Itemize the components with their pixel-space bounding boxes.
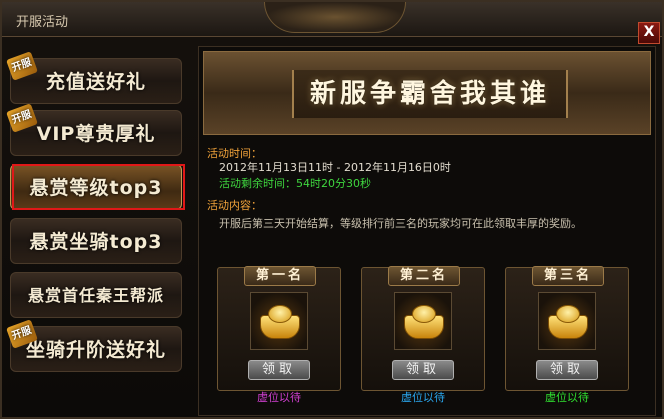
banner-plate: 新服争霸舍我其谁: [292, 70, 568, 118]
sidebar-item-vip[interactable]: 开服 VIP尊贵厚礼: [6, 103, 182, 156]
sidebar-item-label: VIP尊贵厚礼: [36, 123, 156, 145]
sidebar-item-recharge[interactable]: 开服 充值送好礼: [6, 51, 182, 104]
new-server-tag: 开服: [6, 103, 38, 133]
claim-button[interactable]: 领取: [248, 360, 310, 380]
gold-ingot-icon: [538, 292, 596, 350]
sidebar-item-label: 悬赏等级top3: [29, 177, 163, 199]
rank-title: 第三名: [532, 266, 604, 286]
reward-card-second: 第二名 领取: [361, 266, 485, 391]
title-bar: 开服活动: [2, 2, 662, 37]
reward-holder-second: 虚位以待: [401, 391, 445, 404]
sidebar-item-mount-upgrade[interactable]: 开服 坐骑升阶送好礼: [6, 319, 182, 372]
claim-button[interactable]: 领取: [392, 360, 454, 380]
sidebar-item-label: 悬赏首任秦王帮派: [27, 286, 164, 305]
new-server-tag: 开服: [6, 51, 38, 81]
content-panel: 新服争霸舍我其谁 活动时间： 2012年11月13日11时 - 2012年11月…: [198, 46, 656, 416]
sidebar: 开服 充值送好礼 开服 VIP尊贵厚礼 悬赏等级top3 悬赏坐骑top3 悬赏…: [6, 51, 185, 417]
gold-ingot-icon: [394, 292, 452, 350]
event-time-range: 2012年11月13日11时 - 2012年11月16日0时: [219, 161, 451, 174]
banner-title: 新服争霸舍我其谁: [309, 79, 550, 109]
reward-holder-third: 虚位以待: [545, 391, 589, 404]
event-window: 开服活动 X 开服 充值送好礼 开服 VIP尊贵厚礼 悬赏等级top3 悬赏坐骑…: [0, 0, 664, 419]
claim-button[interactable]: 领取: [536, 360, 598, 380]
sidebar-item-level-top3[interactable]: 悬赏等级top3: [10, 164, 182, 210]
event-content-text: 开服后第三天开始结算，等级排行前三名的玩家均可在此领取丰厚的奖励。: [219, 217, 582, 230]
sidebar-item-label: 充值送好礼: [45, 71, 146, 93]
event-content-label: 活动内容：: [207, 199, 262, 212]
window-title: 开服活动: [16, 15, 69, 30]
reward-holder-first: 虚位以待: [257, 391, 301, 404]
sidebar-item-guild[interactable]: 悬赏首任秦王帮派: [10, 272, 182, 318]
sidebar-item-label: 悬赏坐骑top3: [29, 231, 163, 253]
rank-title: 第二名: [388, 266, 460, 286]
reward-card-first: 第一名 领取: [217, 266, 341, 391]
rank-title: 第一名: [244, 266, 316, 286]
sidebar-item-mount-top3[interactable]: 悬赏坐骑top3: [10, 218, 182, 264]
banner: 新服争霸舍我其谁: [203, 51, 651, 135]
close-button[interactable]: X: [638, 22, 660, 44]
event-remaining-time: 活动剩余时间：54时20分30秒: [219, 177, 371, 190]
title-ornament: [264, 2, 406, 33]
reward-card-third: 第三名 领取: [505, 266, 629, 391]
sidebar-item-label: 坐骑升阶送好礼: [25, 339, 166, 361]
gold-ingot-icon: [250, 292, 308, 350]
